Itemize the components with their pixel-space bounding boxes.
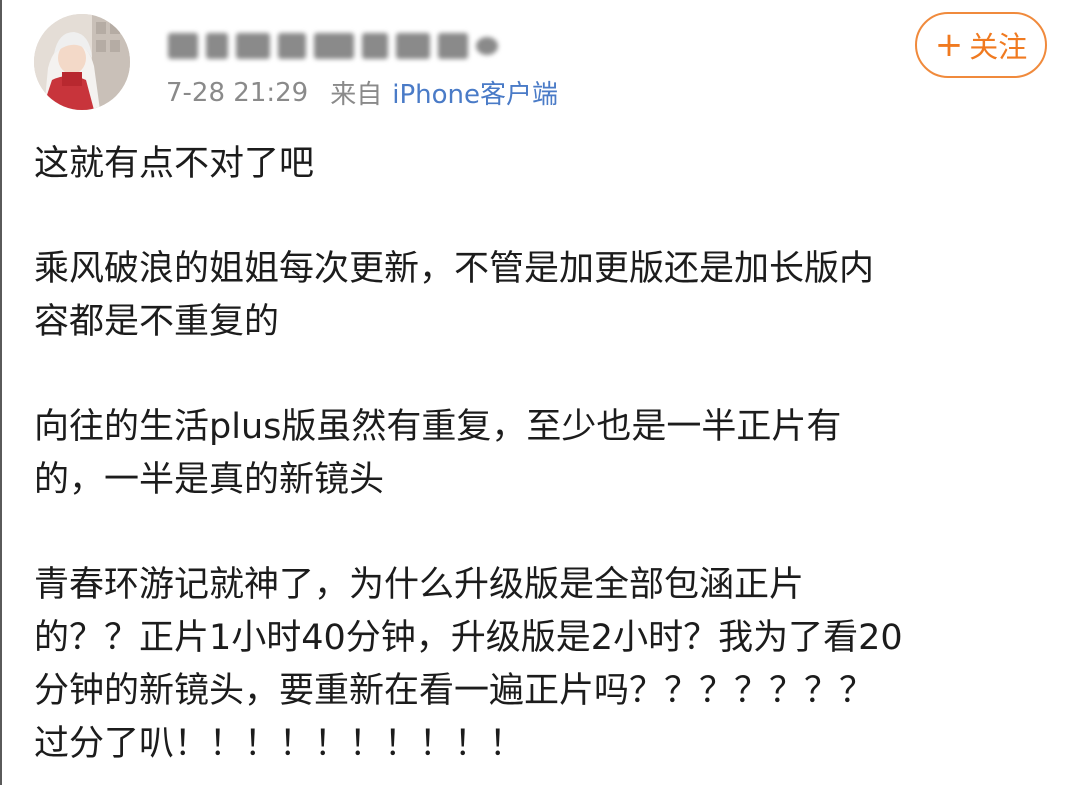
username-redacted-blur xyxy=(168,33,498,59)
follow-button[interactable]: + 关注 xyxy=(915,12,1047,78)
source-client-link[interactable]: iPhone客户端 xyxy=(392,74,558,111)
post-paragraph: 这就有点不对了吧 xyxy=(34,144,315,184)
avatar-image xyxy=(34,14,130,110)
post-body: 这就有点不对了吧 乘风破浪的姐姐每次更新，不管是加更版还是加长版内 容都是不重复… xyxy=(34,138,1044,771)
post-paragraph: 乘风破浪的姐姐每次更新，不管是加更版还是加长版内 容都是不重复的 xyxy=(34,249,875,342)
username[interactable] xyxy=(168,26,498,66)
post-paragraph: 向往的生活plus版虽然有重复，至少也是一半正片有 的，一半是真的新镜头 xyxy=(34,407,842,500)
left-edge-divider xyxy=(0,0,2,785)
follow-label: 关注 xyxy=(969,30,1028,64)
post-timestamp: 7-28 21:29 xyxy=(166,77,309,108)
weibo-post-card: 7-28 21:29 来自 iPhone客户端 + 关注 这就有点不对了吧 乘风… xyxy=(0,0,1080,785)
post-paragraph: 青春环游记就神了，为什么升级版是全部包涵正片 的？？正片1小时40分钟，升级版是… xyxy=(34,565,903,764)
source-prefix: 来自 xyxy=(330,80,383,110)
plus-icon: + xyxy=(934,25,964,65)
post-meta: 7-28 21:29 来自 iPhone客户端 xyxy=(166,74,558,111)
avatar[interactable] xyxy=(34,14,130,110)
